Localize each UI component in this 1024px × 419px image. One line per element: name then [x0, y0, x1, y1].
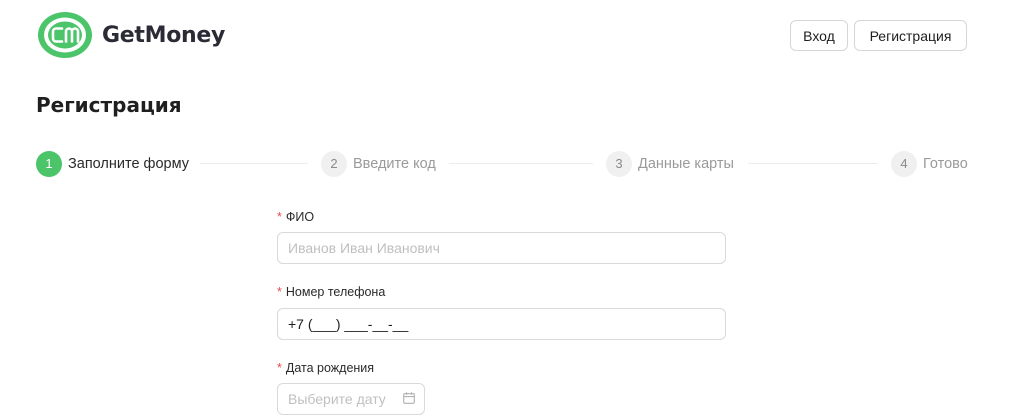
required-mark: * — [277, 361, 282, 375]
step-done: 4 Готово — [891, 150, 968, 177]
step-label: Заполните форму — [68, 155, 189, 172]
step-fill-form: 1 Заполните форму — [36, 150, 189, 177]
birthdate-label-text: Дата рождения — [285, 361, 375, 375]
fio-input[interactable] — [277, 232, 726, 264]
step-label: Готово — [923, 155, 968, 172]
fio-label-text: ФИО — [285, 210, 315, 224]
step-card-data: 3 Данные карты — [606, 150, 734, 177]
required-mark: * — [277, 210, 282, 224]
step-number: 3 — [606, 150, 632, 177]
calendar-icon[interactable] — [403, 392, 415, 404]
register-button[interactable]: Регистрация — [854, 20, 967, 51]
step-number: 2 — [321, 150, 347, 177]
page-title: Регистрация — [36, 93, 182, 117]
step-connector — [449, 163, 593, 164]
step-label: Данные карты — [638, 155, 734, 172]
fio-label: * ФИО — [277, 210, 314, 224]
step-number: 4 — [891, 150, 917, 177]
logo-mark-icon — [38, 12, 92, 58]
step-connector — [200, 163, 308, 164]
step-number: 1 — [36, 150, 62, 177]
logo[interactable]: GetMoney — [36, 10, 225, 60]
step-label: Введите код — [353, 155, 436, 172]
step-connector — [748, 163, 878, 164]
login-button[interactable]: Вход — [790, 20, 848, 51]
phone-input[interactable] — [277, 308, 726, 340]
step-enter-code: 2 Введите код — [321, 150, 436, 177]
brand-name: GetMoney — [102, 22, 226, 48]
birthdate-label: * Дата рождения — [277, 361, 374, 375]
birthdate-picker[interactable] — [277, 383, 425, 415]
phone-label-text: Номер телефона — [285, 285, 386, 299]
phone-label: * Номер телефона — [277, 285, 385, 299]
required-mark: * — [277, 285, 282, 299]
